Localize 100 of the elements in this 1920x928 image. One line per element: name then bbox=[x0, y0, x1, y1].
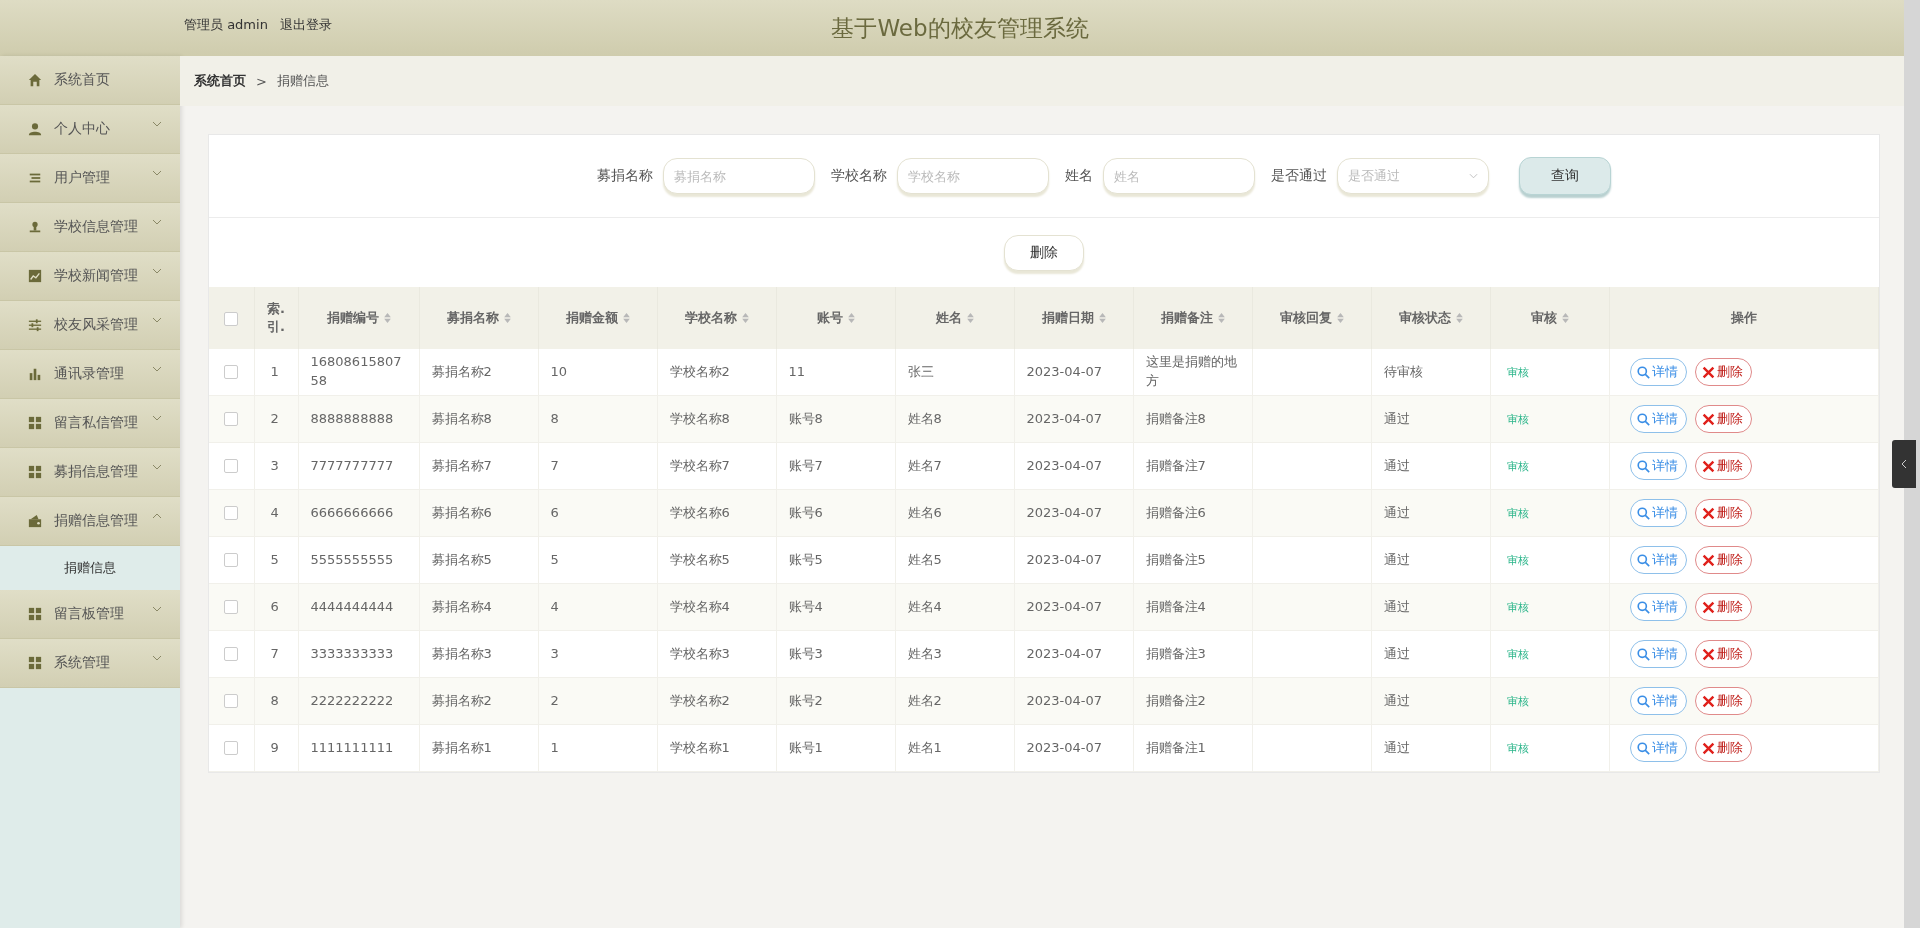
sidebar-item[interactable]: 募捐信息管理 bbox=[0, 448, 180, 497]
field-label: 募捐名称 bbox=[597, 167, 653, 185]
row-checkbox[interactable] bbox=[224, 600, 239, 615]
review-link[interactable]: 审核 bbox=[1502, 553, 1529, 567]
review-link[interactable]: 审核 bbox=[1502, 459, 1529, 473]
row-checkbox[interactable] bbox=[224, 694, 239, 709]
column-header[interactable]: 捐赠金额 bbox=[538, 287, 657, 349]
table-cell: 姓名7 bbox=[895, 442, 1014, 490]
delete-button[interactable]: 删除 bbox=[1004, 234, 1084, 271]
detail-button[interactable]: 详情 bbox=[1629, 452, 1687, 480]
search-icon bbox=[1636, 459, 1650, 473]
table-cell: 账号5 bbox=[776, 536, 895, 584]
detail-button[interactable]: 详情 bbox=[1629, 499, 1687, 527]
delete-button[interactable]: 删除 bbox=[1694, 734, 1752, 762]
table-cell: 2023-04-07 bbox=[1014, 677, 1133, 725]
delete-button[interactable]: 删除 bbox=[1694, 358, 1752, 386]
sidebar-item[interactable]: 个人中心 bbox=[0, 105, 180, 154]
table-cell: 通过 bbox=[1371, 724, 1490, 772]
column-header[interactable]: 捐赠日期 bbox=[1014, 287, 1133, 349]
sidebar-item[interactable]: 学校新闻管理 bbox=[0, 252, 180, 301]
field-label: 学校名称 bbox=[831, 167, 887, 185]
column-header[interactable]: 审核状态 bbox=[1371, 287, 1490, 349]
detail-button[interactable]: 详情 bbox=[1629, 734, 1687, 762]
select-all-checkbox[interactable] bbox=[224, 311, 239, 326]
table-cell: 学校名称8 bbox=[657, 395, 776, 443]
scrollbar[interactable] bbox=[1904, 0, 1920, 928]
row-checkbox[interactable] bbox=[224, 459, 239, 474]
sort-icon bbox=[1336, 313, 1344, 323]
sidebar-item[interactable]: 捐赠信息管理 bbox=[0, 497, 180, 546]
delete-button[interactable]: 删除 bbox=[1694, 593, 1752, 621]
breadcrumb-link[interactable]: 系统首页 bbox=[194, 72, 246, 90]
chevron-down-icon bbox=[152, 606, 162, 612]
detail-button[interactable]: 详情 bbox=[1629, 640, 1687, 668]
detail-button[interactable]: 详情 bbox=[1629, 358, 1687, 386]
row-checkbox[interactable] bbox=[224, 365, 239, 380]
close-icon bbox=[1701, 412, 1715, 426]
review-link[interactable]: 审核 bbox=[1502, 741, 1529, 755]
column-header[interactable]: 姓名 bbox=[895, 287, 1014, 349]
delete-button[interactable]: 删除 bbox=[1694, 499, 1752, 527]
column-header[interactable]: 募捐名称 bbox=[419, 287, 538, 349]
row-checkbox[interactable] bbox=[224, 741, 239, 756]
table-cell: 通过 bbox=[1371, 536, 1490, 584]
input-field[interactable]: 姓名 bbox=[1103, 158, 1255, 194]
table-cell: 2 bbox=[254, 395, 298, 443]
table-cell: 姓名2 bbox=[895, 677, 1014, 725]
delete-button[interactable]: 删除 bbox=[1694, 546, 1752, 574]
detail-button[interactable]: 详情 bbox=[1629, 687, 1687, 715]
delete-button[interactable]: 删除 bbox=[1694, 405, 1752, 433]
column-header[interactable]: 操作 bbox=[1609, 287, 1879, 349]
sidebar-item[interactable]: 系统管理 bbox=[0, 639, 180, 688]
delete-button[interactable]: 删除 bbox=[1694, 452, 1752, 480]
review-link[interactable]: 审核 bbox=[1502, 365, 1529, 379]
row-checkbox[interactable] bbox=[224, 412, 239, 427]
detail-button[interactable]: 详情 bbox=[1629, 593, 1687, 621]
sidebar-item[interactable]: 通讯录管理 bbox=[0, 350, 180, 399]
input-field[interactable]: 学校名称 bbox=[897, 158, 1049, 194]
sidebar-item[interactable]: 学校信息管理 bbox=[0, 203, 180, 252]
submenu-item[interactable]: 捐赠信息 bbox=[0, 546, 180, 590]
table-cell: 捐赠备注5 bbox=[1133, 536, 1252, 584]
delete-button[interactable]: 删除 bbox=[1694, 687, 1752, 715]
delete-button[interactable]: 删除 bbox=[1694, 640, 1752, 668]
column-header[interactable]: 索. 引. bbox=[254, 287, 298, 349]
breadcrumb-separator: > bbox=[256, 73, 267, 89]
detail-button[interactable]: 详情 bbox=[1629, 546, 1687, 574]
column-header[interactable]: 审核 bbox=[1490, 287, 1609, 349]
table-cell: 2023-04-07 bbox=[1014, 583, 1133, 631]
table-cell: 捐赠备注1 bbox=[1133, 724, 1252, 772]
sidebar-item[interactable]: 留言私信管理 bbox=[0, 399, 180, 448]
column-header[interactable]: 捐赠备注 bbox=[1133, 287, 1252, 349]
table-cell: 7 bbox=[538, 442, 657, 490]
logout-link[interactable]: 退出登录 bbox=[279, 16, 332, 34]
table-cell: 6 bbox=[254, 583, 298, 631]
bar-chart-icon bbox=[28, 367, 42, 381]
sidebar-item[interactable]: 留言板管理 bbox=[0, 590, 180, 639]
table-cell: 姓名4 bbox=[895, 583, 1014, 631]
table-cell: 8888888888 bbox=[298, 395, 419, 443]
query-button[interactable]: 查询 bbox=[1519, 157, 1611, 195]
row-checkbox[interactable] bbox=[224, 553, 239, 568]
row-checkbox[interactable] bbox=[224, 647, 239, 662]
table-cell: 学校名称5 bbox=[657, 536, 776, 584]
row-checkbox[interactable] bbox=[224, 506, 239, 521]
table-cell: 6666666666 bbox=[298, 489, 419, 537]
detail-button[interactable]: 详情 bbox=[1629, 405, 1687, 433]
table-cell: 通过 bbox=[1371, 677, 1490, 725]
table-cell: 9 bbox=[254, 724, 298, 772]
review-link[interactable]: 审核 bbox=[1502, 647, 1529, 661]
sidebar-item[interactable]: 用户管理 bbox=[0, 154, 180, 203]
input-field[interactable]: 募捐名称 bbox=[663, 158, 815, 194]
table-cell: 学校名称1 bbox=[657, 724, 776, 772]
sidebar-item[interactable]: 系统首页 bbox=[0, 56, 180, 105]
column-header[interactable]: 审核回复 bbox=[1252, 287, 1371, 349]
column-header[interactable]: 学校名称 bbox=[657, 287, 776, 349]
column-header[interactable]: 账号 bbox=[776, 287, 895, 349]
collapse-tab[interactable] bbox=[1892, 440, 1916, 488]
list-icon bbox=[28, 171, 42, 185]
chevron-down-icon bbox=[152, 121, 162, 127]
chevron-down-icon bbox=[152, 464, 162, 470]
sidebar-item[interactable]: 校友风采管理 bbox=[0, 301, 180, 350]
column-header[interactable]: 捐赠编号 bbox=[298, 287, 419, 349]
user-icon bbox=[28, 122, 42, 136]
